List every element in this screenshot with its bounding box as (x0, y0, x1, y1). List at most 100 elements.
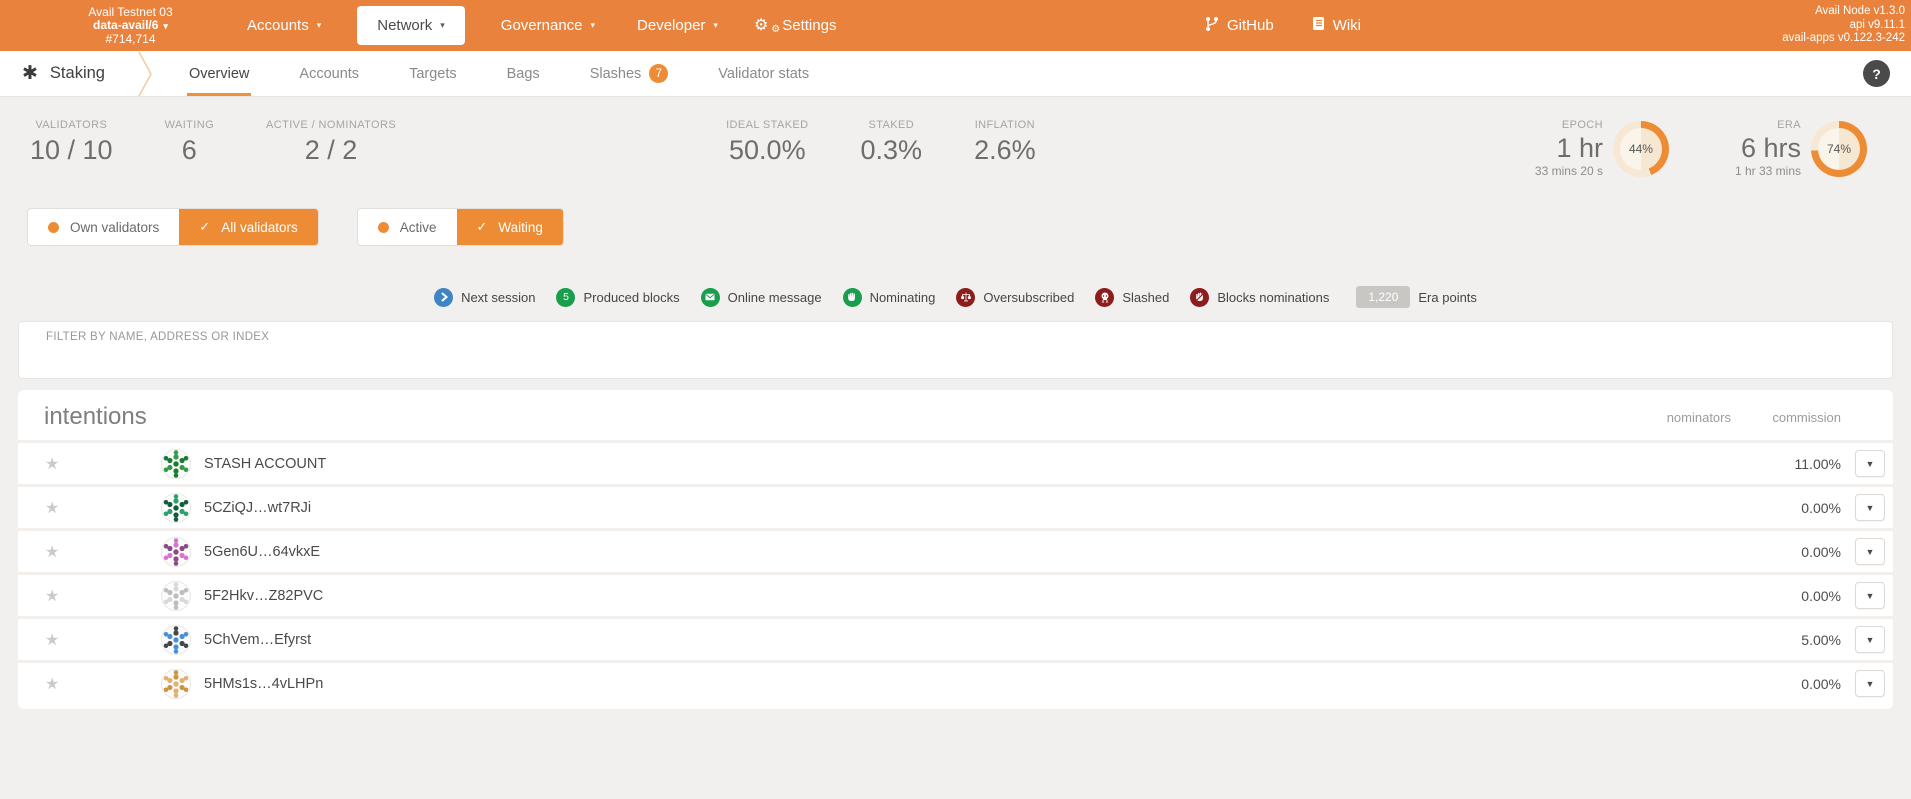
stat-value: 10 / 10 (30, 135, 113, 166)
gear-icon: ⚙ (754, 15, 768, 35)
favorite-star-icon[interactable]: ★ (45, 498, 65, 518)
table-row: ★ 5HMs1s…4vLHPn 0.00% ▼ (18, 660, 1893, 704)
breadcrumb-chevron-icon (137, 52, 155, 96)
menu-settings[interactable]: ⚙⚙ Settings (754, 16, 837, 36)
expand-row-button[interactable]: ▼ (1855, 538, 1885, 565)
link-label: Wiki (1333, 17, 1361, 34)
commission-value: 11.00% (1731, 456, 1841, 472)
tab-list: Overview Accounts Targets Bags Slashes7 Valid… (189, 51, 809, 96)
app-title: ✱ Staking (22, 62, 105, 85)
toggle-all-validators[interactable]: ✓All validators (179, 209, 317, 245)
menu-accounts[interactable]: Accounts▾ (241, 8, 327, 43)
tab-label: Slashes (590, 66, 642, 82)
tab-validator-stats[interactable]: Validator stats (718, 51, 809, 96)
account-identicon[interactable] (161, 581, 191, 611)
validator-address: 5ChVem…Efyrst (204, 632, 311, 648)
menu-developer[interactable]: Developer▾ (631, 8, 724, 43)
stat-value: 2.6% (974, 135, 1036, 166)
expand-row-button[interactable]: ▼ (1855, 582, 1885, 609)
stat-label: IDEAL STAKED (726, 119, 808, 131)
timers-group: EPOCH1 hr33 mins 20 s44%ERA6 hrs1 hr 33 … (1535, 119, 1867, 178)
version-line: Avail Node v1.3.0 (1782, 5, 1905, 19)
row-actions: ▼ (1841, 582, 1885, 609)
menu-governance[interactable]: Governance▾ (495, 8, 601, 43)
commission-value: 0.00% (1731, 500, 1841, 516)
link-github[interactable]: GitHub (1205, 16, 1274, 36)
slashed-icon (1095, 288, 1114, 307)
network-selector[interactable]: Avail Testnet 03 data-avail/6▾ #714,714 (48, 6, 213, 46)
legend-label: Slashed (1122, 290, 1169, 305)
version-line: api v9.11.1 (1782, 19, 1905, 33)
expand-row-button[interactable]: ▼ (1855, 450, 1885, 477)
expand-row-button[interactable]: ▼ (1855, 626, 1885, 653)
timer-remaining: 1 hr 33 mins (1735, 164, 1801, 178)
tab-bags[interactable]: Bags (507, 51, 540, 96)
link-wiki[interactable]: Wiki (1312, 16, 1361, 35)
toggle-active[interactable]: Active (358, 209, 457, 245)
menu-network[interactable]: Network▾ (357, 6, 465, 45)
version-line: avail-apps v0.122.3-242 (1782, 32, 1905, 46)
menu-label: Network (377, 17, 432, 34)
stat-staked: STAKED0.3% (861, 119, 923, 166)
favorite-star-icon[interactable]: ★ (45, 454, 65, 474)
table-row: ★5CZiQJ…wt7RJi0.00%▼ (18, 484, 1893, 528)
favorite-star-icon[interactable]: ★ (45, 674, 65, 694)
toggle-own-validators[interactable]: Own validators (28, 209, 179, 245)
tab-targets[interactable]: Targets (409, 51, 457, 96)
tab-accounts[interactable]: Accounts (299, 51, 359, 96)
staking-icon: ✱ (22, 62, 38, 85)
table-header: intentions nominators commission (18, 390, 1893, 440)
help-button[interactable]: ? (1863, 60, 1890, 87)
stat-inflation: INFLATION 2.6% (974, 119, 1036, 166)
favorite-star-icon[interactable]: ★ (45, 586, 65, 606)
validator-address: 5HMs1s…4vLHPn (204, 676, 323, 692)
legend-item-slashed: Slashed (1095, 288, 1169, 307)
commission-value: 5.00% (1731, 632, 1841, 648)
stat-label: VALIDATORS (30, 119, 113, 131)
account-identicon[interactable] (161, 669, 191, 699)
check-icon: ✓ (477, 219, 488, 235)
tab-label: Accounts (299, 66, 359, 82)
account-identicon[interactable] (161, 625, 191, 655)
menu-label: Governance (501, 17, 583, 34)
topbar: Avail Testnet 03 data-avail/6▾ #714,714 … (0, 0, 1911, 51)
row-actions: ▼ (1841, 494, 1885, 521)
external-links: GitHub Wiki (1205, 0, 1361, 51)
stat-label: INFLATION (974, 119, 1036, 131)
account-identicon[interactable] (161, 449, 191, 479)
legend-item-era-points: 1,220Era points (1350, 286, 1477, 308)
toggle-label: Waiting (498, 220, 543, 235)
table-row: ★5Gen6U…64vkxE0.00%▼ (18, 528, 1893, 572)
stat-waiting: WAITING6 (165, 119, 214, 166)
legend-label: Blocks nominations (1217, 290, 1329, 305)
network-chain[interactable]: data-avail/6▾ (48, 19, 213, 33)
next-session-icon (434, 288, 453, 307)
legend-label: Oversubscribed (983, 290, 1074, 305)
tab-slashes[interactable]: Slashes7 (590, 51, 669, 96)
chevron-down-icon: ▾ (317, 20, 322, 31)
toggle-waiting[interactable]: ✓ Waiting (457, 209, 563, 245)
toggle-group: Own validators✓All validators (27, 208, 319, 246)
expand-row-button[interactable]: ▼ (1855, 494, 1885, 521)
row-actions: ▼ (1841, 670, 1885, 697)
timer-remaining: 33 mins 20 s (1535, 164, 1603, 178)
legend-item-produced-blocks: 5Produced blocks (556, 288, 679, 307)
github-icon (1205, 16, 1219, 36)
timer-label: EPOCH (1535, 119, 1603, 131)
version-info: Avail Node v1.3.0api v9.11.1avail-apps v… (1782, 5, 1905, 46)
nominating-icon (843, 288, 862, 307)
expand-row-button[interactable]: ▼ (1855, 670, 1885, 697)
commission-value: 0.00% (1731, 676, 1841, 692)
stat-ideal-staked: IDEAL STAKED50.0% (726, 119, 808, 166)
account-identicon[interactable] (161, 493, 191, 523)
validator-address: 5F2Hkv…Z82PVC (204, 588, 323, 604)
favorite-star-icon[interactable]: ★ (45, 630, 65, 650)
progress-percent: 44% (1620, 128, 1662, 170)
favorite-star-icon[interactable]: ★ (45, 542, 65, 562)
account-identicon[interactable] (161, 537, 191, 567)
tabbar: ✱ Staking Overview Accounts Targets Bags Sla… (0, 51, 1911, 97)
validator-address: STASH ACCOUNT (204, 456, 326, 472)
tab-overview[interactable]: Overview (189, 51, 249, 96)
filter-input[interactable] (18, 321, 1893, 379)
commission-value: 0.00% (1731, 544, 1841, 560)
